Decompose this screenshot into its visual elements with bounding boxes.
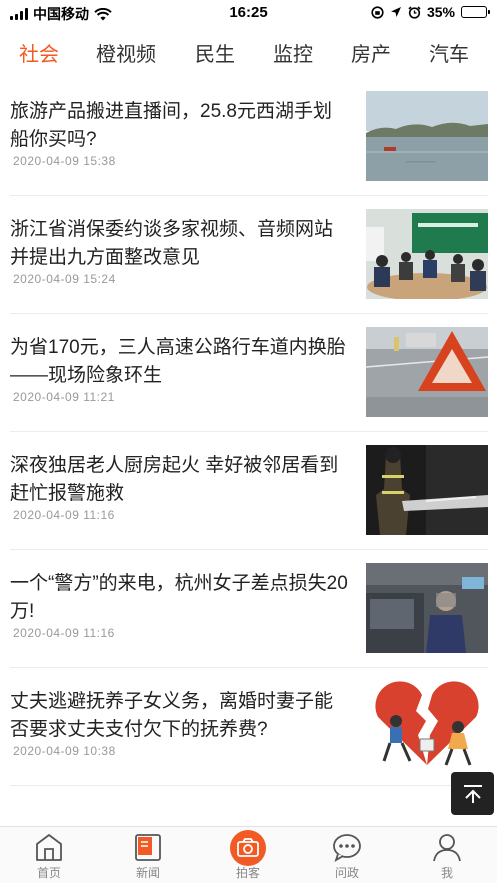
user-icon: [433, 834, 461, 862]
tab-qiche[interactable]: 汽车: [429, 38, 469, 67]
tab-cheng-video[interactable]: 橙视频: [96, 38, 156, 67]
camera-icon: [230, 830, 266, 866]
news-item[interactable]: 深夜独居老人厨房起火 幸好被邻居看到赶忙报警施救 2020-04-09 11:1…: [10, 432, 488, 550]
nav-news[interactable]: 新闻: [108, 827, 188, 883]
tab-shehui[interactable]: 社会: [19, 38, 59, 67]
news-icon: [135, 834, 161, 861]
chat-icon: [333, 834, 361, 862]
news-date: 2020-04-09 10:38: [13, 744, 116, 758]
nav-label: 拍客: [235, 866, 260, 880]
news-title: 为省170元，三人高速公路行车道内换胎——现场险象环生: [10, 337, 346, 386]
alarm-icon: [408, 5, 421, 19]
tab-jiankong[interactable]: 监控: [273, 38, 313, 67]
meeting-room-photo: [366, 209, 488, 299]
tab-fangchan[interactable]: 房产: [351, 38, 391, 67]
battery-icon: [461, 6, 490, 18]
nav-home[interactable]: 首页: [9, 827, 89, 883]
news-title: 深夜独居老人厨房起火 幸好被邻居看到赶忙报警施救: [10, 455, 339, 504]
status-bar: 中国移动 16:25 35%: [0, 0, 497, 26]
news-date: 2020-04-09 15:38: [13, 154, 116, 168]
arrow-up-icon: [463, 784, 482, 803]
news-date: 2020-04-09 11:16: [13, 626, 115, 640]
news-item[interactable]: 浙江省消保委约谈多家视频、音频网站 并提出九方面整改意见 2020-04-09 …: [10, 196, 488, 314]
woman-at-counter-photo: [366, 563, 488, 653]
news-title: 丈夫逃避抚养子女义务，离婚时妻子能否要求丈夫支付欠下的抚养费?: [10, 691, 334, 740]
west-lake-boat-photo: [366, 91, 488, 181]
broken-heart-cartoon: [366, 681, 488, 771]
home-icon: [36, 834, 62, 861]
bottom-nav: 首页 新闻 拍客 问政 我: [0, 826, 497, 883]
news-title: 一个“警方”的来电，杭州女子差点损失20万!: [10, 573, 348, 622]
nav-label: 我: [440, 866, 453, 880]
nav-label: 首页: [36, 866, 61, 880]
news-date: 2020-04-09 11:21: [13, 390, 115, 404]
news-date: 2020-04-09 15:24: [13, 272, 116, 286]
nav-wenzheng[interactable]: 问政: [307, 827, 387, 883]
news-item[interactable]: 为省170元，三人高速公路行车道内换胎——现场险象环生 2020-04-09 1…: [10, 314, 488, 432]
nav-label: 问政: [334, 866, 359, 880]
location-icon: [390, 7, 401, 17]
rotation-lock-icon: [371, 5, 384, 19]
nav-label: 新闻: [135, 866, 160, 880]
news-title: 旅游产品搬进直播间，25.8元西湖手划船你买吗?: [10, 101, 332, 150]
back-to-top-button[interactable]: [451, 772, 494, 815]
news-item[interactable]: 旅游产品搬进直播间，25.8元西湖手划船你买吗? 2020-04-09 15:3…: [10, 78, 488, 196]
news-item[interactable]: 一个“警方”的来电，杭州女子差点损失20万! 2020-04-09 11:16: [10, 550, 488, 668]
news-date: 2020-04-09 11:16: [13, 508, 115, 522]
battery-percent: 35%: [426, 4, 455, 20]
nav-paike[interactable]: 拍客: [208, 827, 288, 883]
warning-triangle-photo: [366, 327, 488, 417]
firefighter-photo: [366, 445, 488, 535]
nav-me[interactable]: 我: [407, 827, 487, 883]
news-item[interactable]: 丈夫逃避抚养子女义务，离婚时妻子能否要求丈夫支付欠下的抚养费? 2020-04-…: [10, 668, 488, 786]
status-right: 35%: [371, 4, 490, 20]
tab-minsheng[interactable]: 民生: [195, 38, 235, 67]
category-tabs: 社会 橙视频 民生 监控 房产 汽车: [0, 30, 497, 74]
news-title: 浙江省消保委约谈多家视频、音频网站 并提出九方面整改意见: [10, 219, 334, 268]
